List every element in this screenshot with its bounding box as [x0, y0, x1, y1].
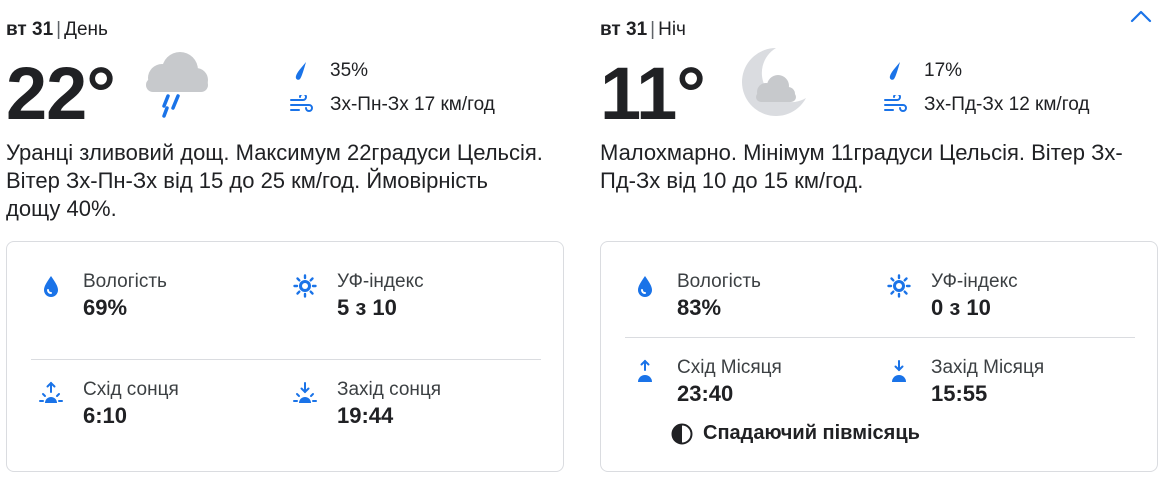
night-moonrise: Схід Місяця 23:40 [631, 356, 782, 408]
separator: | [56, 19, 62, 40]
stat-value: 6:10 [83, 403, 128, 428]
day-wind: Зх-Пн-Зх 17 км/год [288, 92, 495, 118]
night-period: Ніч [658, 19, 686, 40]
separator: | [650, 19, 656, 40]
sunrise-icon [37, 380, 65, 408]
stat-label: Вологість [83, 271, 167, 292]
wind-icon [288, 94, 314, 116]
day-precipitation: 35% [288, 58, 368, 84]
stat-label: УФ-індекс [337, 271, 424, 292]
humidity-icon [631, 272, 659, 300]
day-uv-index: УФ-індекс 5 з 10 [291, 270, 424, 322]
stat-value: 5 з 10 [337, 295, 397, 320]
stat-label: Схід сонця [83, 379, 179, 400]
night-wind: Зх-Пд-Зх 12 км/год [882, 92, 1089, 118]
stat-value: 15:55 [931, 381, 988, 406]
uv-index-icon [885, 272, 913, 300]
weather-details: вт 31 | День 22° 35% Зх-Пн-Зх 17 км/год … [0, 0, 1160, 482]
night-details-card: Вологість 83% УФ-індекс 0 з 10 Схід Міся… [600, 241, 1158, 472]
moonrise-icon [631, 358, 659, 386]
moon-phase: Спадаючий півмісяць [671, 422, 920, 445]
night-forecast-panel: вт 31 | Ніч 11° 17% Зх-Пд-Зх 12 км/год М… [600, 0, 1160, 482]
stat-label: Захід Місяця [931, 357, 1045, 378]
stat-label: УФ-індекс [931, 271, 1018, 292]
stat-value: 0 з 10 [931, 295, 991, 320]
wind-icon [882, 94, 908, 116]
day-details-card: Вологість 69% УФ-індекс 5 з 10 Схід сонц… [6, 241, 564, 472]
day-date-line: вт 31 | День [6, 19, 108, 41]
day-period: День [64, 19, 108, 40]
night-wind-value: Зх-Пд-Зх 12 км/год [924, 94, 1090, 115]
night-date: вт 31 [600, 19, 648, 40]
day-temperature: 22° [6, 52, 116, 135]
night-description: Малохмарно. Мінімум 11градуси Цельсія. В… [600, 140, 1123, 193]
stat-value: 83% [677, 295, 722, 320]
night-moonset: Захід Місяця 15:55 [885, 356, 1044, 408]
stat-label: Захід сонця [337, 379, 442, 400]
night-precipitation: 17% [882, 58, 962, 84]
day-forecast-panel: вт 31 | День 22° 35% Зх-Пн-Зх 17 км/год … [6, 0, 566, 482]
stat-value: 19:44 [337, 403, 394, 428]
moonset-icon [885, 358, 913, 386]
divider [625, 337, 1135, 338]
rain-shower-cloud-icon [134, 40, 218, 124]
moon-phase-icon [671, 423, 693, 445]
day-humidity: Вологість 69% [37, 270, 167, 322]
day-description: Уранці зливовий дощ. Максимум 22градуси … [6, 140, 543, 221]
partly-cloudy-night-icon [728, 40, 812, 124]
day-wind-value: Зх-Пн-Зх 17 км/год [330, 94, 495, 115]
uv-index-icon [291, 272, 319, 300]
day-sunrise: Схід сонця 6:10 [37, 378, 179, 430]
moon-phase-label: Спадаючий півмісяць [703, 422, 920, 444]
night-humidity: Вологість 83% [631, 270, 761, 322]
day-date: вт 31 [6, 19, 54, 40]
sunset-icon [291, 380, 319, 408]
stat-label: Схід Місяця [677, 357, 782, 378]
night-date-line: вт 31 | Ніч [600, 19, 686, 41]
stat-value: 69% [83, 295, 128, 320]
raindrop-icon [882, 60, 908, 82]
night-uv-index: УФ-індекс 0 з 10 [885, 270, 1018, 322]
night-precipitation-value: 17% [924, 60, 963, 81]
stat-label: Вологість [677, 271, 761, 292]
day-precipitation-value: 35% [330, 60, 369, 81]
humidity-icon [37, 272, 65, 300]
day-sunset: Захід сонця 19:44 [291, 378, 441, 430]
collapse-button[interactable] [1126, 6, 1156, 30]
night-temperature: 11° [600, 52, 706, 135]
chevron-up-icon [1129, 8, 1153, 29]
divider [31, 359, 541, 360]
stat-value: 23:40 [677, 381, 734, 406]
raindrop-icon [288, 60, 314, 82]
